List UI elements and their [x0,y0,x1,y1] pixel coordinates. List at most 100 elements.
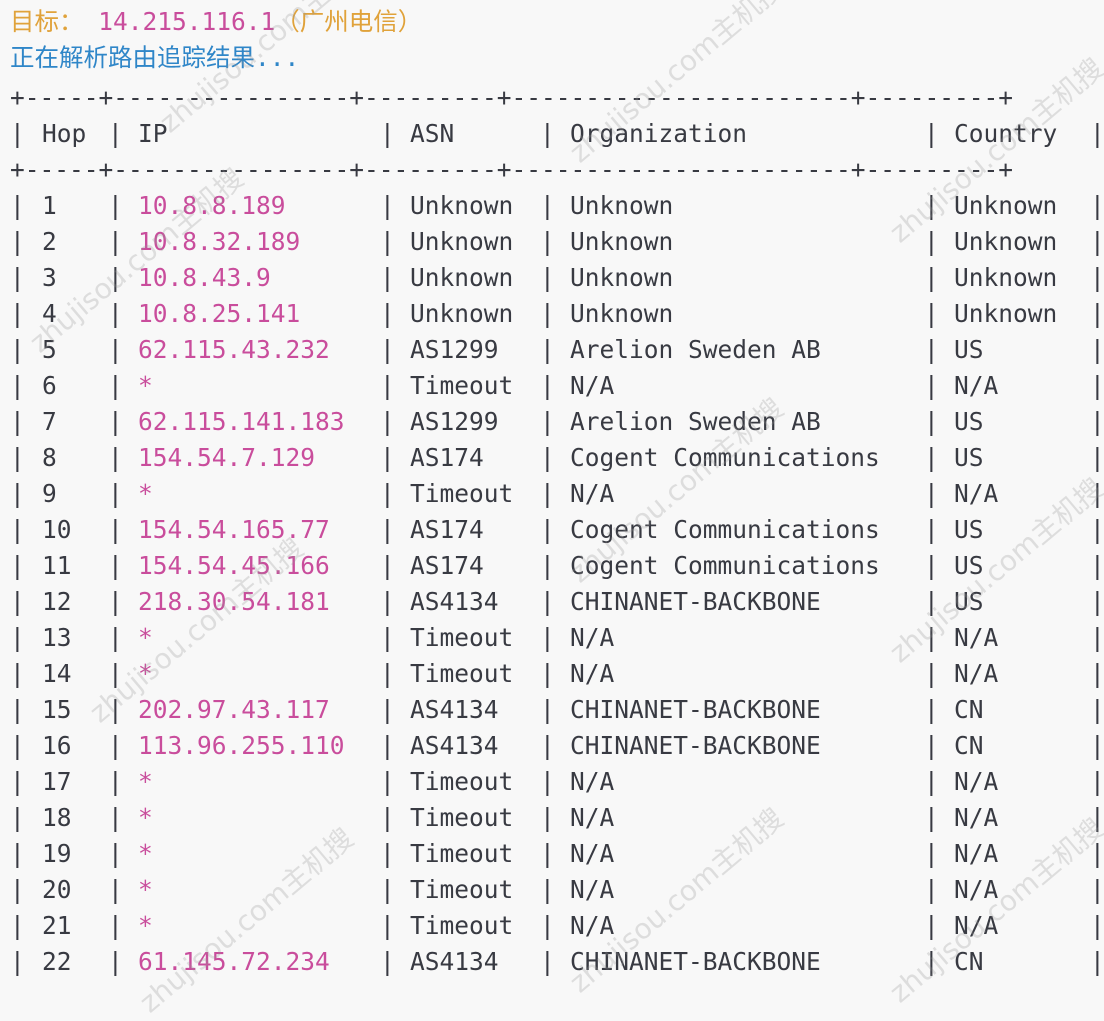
country-cell: N/A [954,371,999,400]
header-organization: Organization [570,119,748,148]
column-separator: | [10,371,25,400]
column-separator: | [1090,191,1104,220]
country-cell: US [954,335,984,364]
column-separator: | [1090,443,1104,472]
ip-cell: 154.54.45.166 [138,551,330,580]
column-separator: | [380,911,395,940]
column-separator: | [380,119,395,148]
table-row: | 14 | * | Timeout | N/A | N/A | [10,656,1104,692]
ip-cell: * [138,371,153,400]
hop-cell: 5 [42,335,57,364]
column-separator: | [380,623,395,652]
country-cell: Unknown [954,299,1058,328]
ip-cell: 61.145.72.234 [138,947,330,976]
column-separator: | [924,119,939,148]
column-separator: | [108,263,123,292]
column-separator: | [10,875,25,904]
hop-cell: 21 [42,911,72,940]
hop-cell: 10 [42,515,72,544]
column-separator: | [924,947,939,976]
hop-cell: 19 [42,839,72,868]
column-separator: | [380,803,395,832]
column-separator: | [924,443,939,472]
column-separator: | [924,731,939,760]
column-separator: | [10,731,25,760]
column-separator: | [924,407,939,436]
organization-cell: N/A [570,875,615,904]
column-separator: | [540,875,555,904]
column-separator: | [108,947,123,976]
column-separator: | [380,767,395,796]
column-separator: | [380,263,395,292]
organization-cell: N/A [570,911,615,940]
column-separator: | [10,623,25,652]
column-separator: | [540,335,555,364]
column-separator: | [924,191,939,220]
column-separator: | [380,587,395,616]
column-separator: | [10,839,25,868]
country-cell: CN [954,731,984,760]
hop-cell: 9 [42,479,57,508]
table-body: | 1 | 10.8.8.189 | Unknown | Unknown | Unknown | | 2… [10,188,1104,980]
ip-cell: 154.54.7.129 [138,443,316,472]
column-separator: | [108,623,123,652]
asn-cell: Unknown [410,191,514,220]
organization-cell: Cogent Communications [570,515,880,544]
ip-cell: * [138,623,153,652]
column-separator: | [1090,119,1104,148]
column-separator: | [380,227,395,256]
ip-cell: * [138,659,153,688]
organization-cell: Cogent Communications [570,551,880,580]
asn-cell: Timeout [410,479,514,508]
hop-cell: 1 [42,191,57,220]
table-row: | 6 | * | Timeout | N/A | N/A | [10,368,1104,404]
hop-cell: 7 [42,407,57,436]
ip-cell: * [138,911,153,940]
column-separator: | [540,803,555,832]
table-border-top: +-----+----------------+---------+------… [10,83,1014,112]
column-separator: | [924,299,939,328]
column-separator: | [10,587,25,616]
country-cell: US [954,515,984,544]
column-separator: | [10,803,25,832]
column-separator: | [10,551,25,580]
target-line: 目标： 14.215.116.1（广州电信） [10,4,422,40]
column-separator: | [1090,227,1104,256]
country-cell: N/A [954,911,999,940]
hop-cell: 3 [42,263,57,292]
column-separator: | [108,479,123,508]
column-separator: | [540,371,555,400]
organization-cell: Unknown [570,227,674,256]
table-row: | 2 | 10.8.32.189 | Unknown | Unknown | Unknown | [10,224,1104,260]
ip-cell: * [138,767,153,796]
column-separator: | [108,371,123,400]
hop-cell: 6 [42,371,57,400]
column-separator: | [540,911,555,940]
table-row: | 12 | 218.30.54.181 | AS4134 | CHINANET-BACKBO… [10,584,1104,620]
column-separator: | [380,875,395,904]
table-row: | 8 | 154.54.7.129 | AS174 | Cogent Communicati… [10,440,1104,476]
column-separator: | [10,191,25,220]
country-cell: Unknown [954,263,1058,292]
column-separator: | [540,551,555,580]
country-cell: US [954,551,984,580]
asn-cell: Timeout [410,623,514,652]
column-separator: | [380,371,395,400]
organization-cell: N/A [570,803,615,832]
column-separator: | [924,767,939,796]
organization-cell: Unknown [570,263,674,292]
column-separator: | [924,371,939,400]
column-separator: | [540,191,555,220]
column-separator: | [540,479,555,508]
column-separator: | [540,407,555,436]
column-separator: | [10,335,25,364]
table-border-header: +-----+----------------+---------+------… [10,155,1014,184]
column-separator: | [1090,407,1104,436]
table-row: | 18 | * | Timeout | N/A | N/A | [10,800,1104,836]
hop-cell: 11 [42,551,72,580]
hop-cell: 22 [42,947,72,976]
column-separator: | [108,767,123,796]
column-separator: | [924,335,939,364]
column-separator: | [540,299,555,328]
column-separator: | [10,767,25,796]
